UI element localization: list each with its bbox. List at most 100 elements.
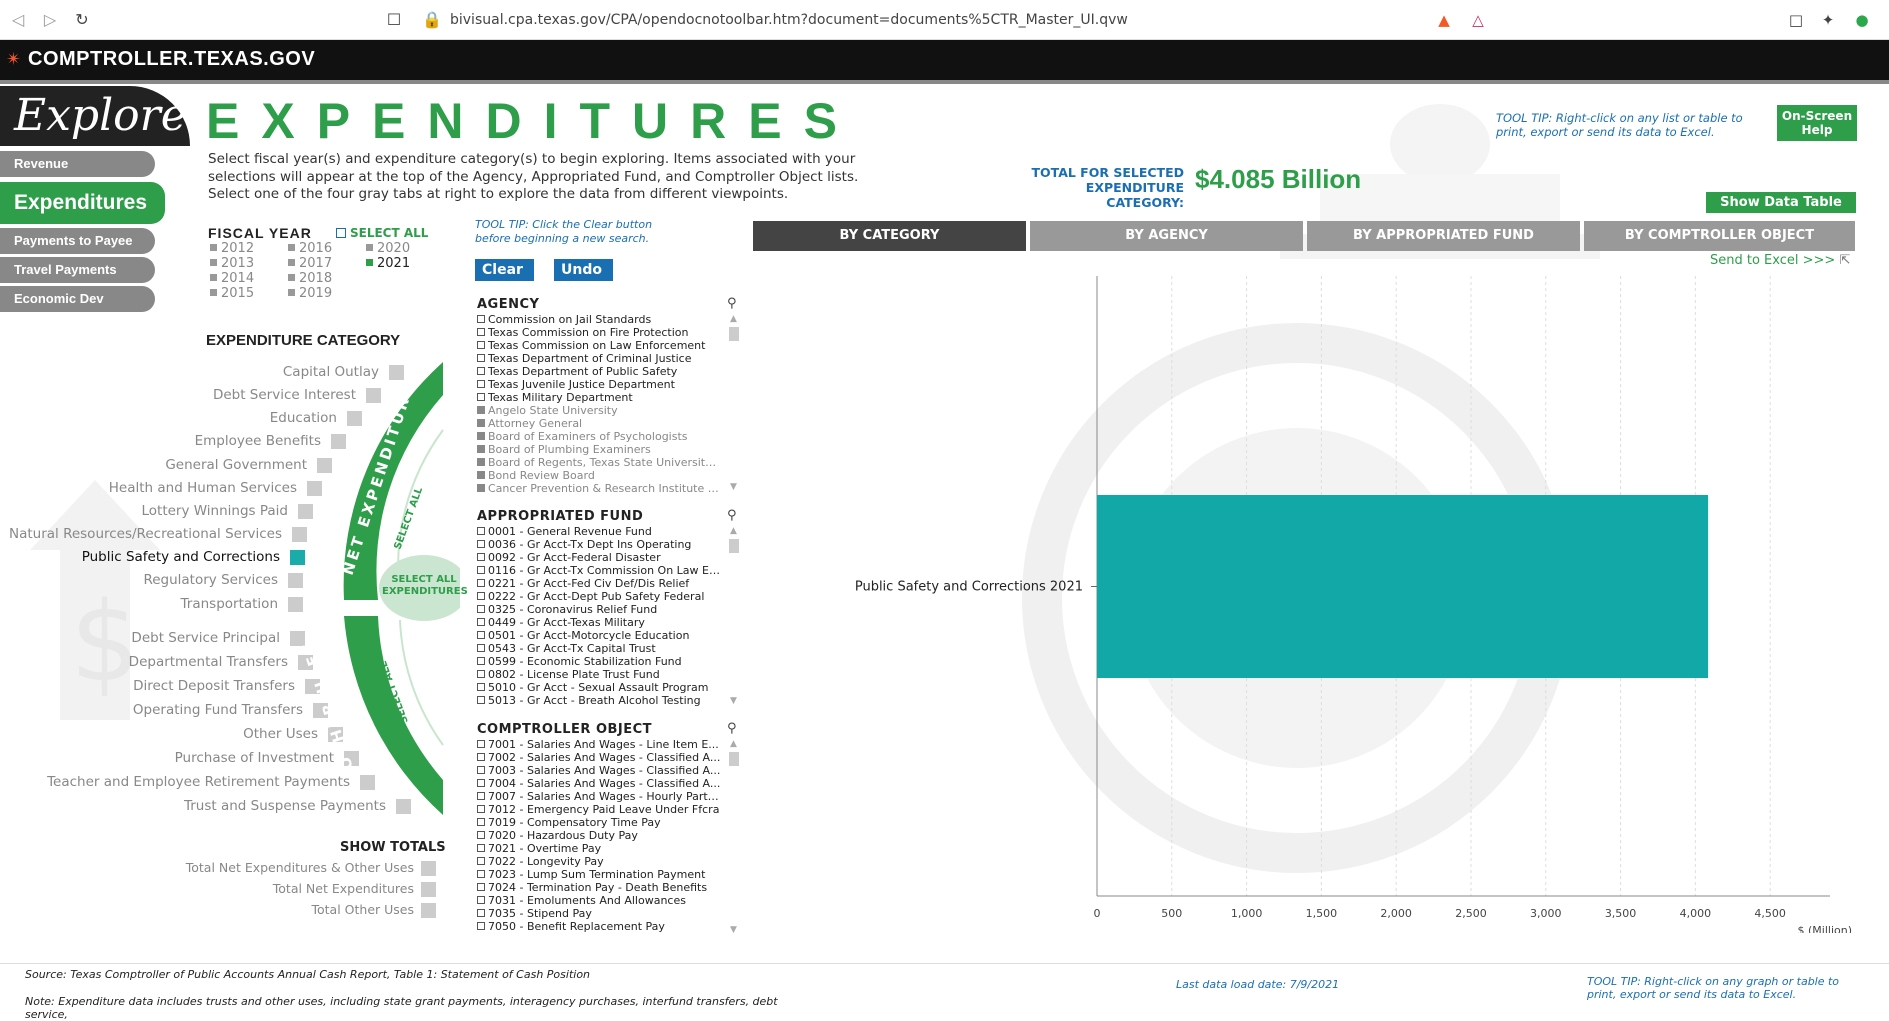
list-item[interactable]: 0599 - Economic Stabilization Fund: [477, 655, 722, 668]
list-item[interactable]: 7019 - Compensatory Time Pay: [477, 816, 722, 829]
category-item[interactable]: Departmental Transfers: [0, 654, 288, 672]
list-item[interactable]: 0092 - Gr Acct-Federal Disaster: [477, 551, 722, 564]
list-item[interactable]: 5013 - Gr Acct - Breath Alcohol Testing: [477, 694, 722, 707]
scroll-thumb[interactable]: [729, 327, 739, 341]
total-option[interactable]: Total Net Expenditures & Other Uses: [0, 860, 414, 875]
extensions-icon[interactable]: ✦: [1818, 10, 1838, 30]
fiscal-year-2016[interactable]: 2016: [288, 241, 332, 256]
list-item[interactable]: 7012 - Emergency Paid Leave Under Ffcra: [477, 803, 722, 816]
list-item[interactable]: 7003 - Salaries And Wages - Classified A…: [477, 764, 722, 777]
list-item[interactable]: 7021 - Overtime Pay: [477, 842, 722, 855]
list-item[interactable]: Board of Regents, Texas State University…: [477, 456, 722, 469]
list-item[interactable]: Angelo State University: [477, 404, 722, 417]
tab-by-comptroller-object[interactable]: BY COMPTROLLER OBJECT: [1584, 221, 1855, 251]
nav-expenditures[interactable]: Expenditures: [0, 182, 165, 224]
fiscal-year-2018[interactable]: 2018: [288, 271, 332, 286]
list-item[interactable]: 7020 - Hazardous Duty Pay: [477, 829, 722, 842]
category-item[interactable]: Employee Benefits: [0, 433, 321, 451]
select-all-expenditures-label[interactable]: SELECT ALL EXPENDITURES: [382, 574, 468, 598]
list-item[interactable]: 0325 - Coronavirus Relief Fund: [477, 603, 722, 616]
category-item[interactable]: Natural Resources/Recreational Services: [0, 526, 282, 544]
list-item[interactable]: 7001 - Salaries And Wages - Line Item E.…: [477, 738, 722, 751]
list-item[interactable]: 0501 - Gr Acct-Motorcycle Education: [477, 629, 722, 642]
fiscal-year-2014[interactable]: 2014: [210, 271, 254, 286]
forward-icon[interactable]: ▷: [40, 10, 60, 30]
search-icon[interactable]: ⚲: [727, 296, 737, 311]
clear-button[interactable]: Clear ✕: [475, 259, 534, 299]
on-screen-help-button[interactable]: On-Screen Help: [1777, 105, 1857, 141]
list-item[interactable]: Board of Examiners of Psychologists: [477, 430, 722, 443]
list-item[interactable]: Commission on Jail Standards: [477, 313, 722, 326]
scroll-down-icon[interactable]: ▼: [730, 482, 737, 492]
category-item[interactable]: Direct Deposit Transfers: [0, 678, 295, 696]
list-item[interactable]: Attorney General: [477, 417, 722, 430]
undo-button[interactable]: Undo ↶: [554, 259, 613, 299]
fiscal-year-2020[interactable]: 2020: [366, 241, 410, 256]
list-item[interactable]: 0221 - Gr Acct-Fed Civ Def/Dis Relief: [477, 577, 722, 590]
list-item[interactable]: Texas Department of Public Safety: [477, 365, 722, 378]
fiscal-year-2012[interactable]: 2012: [210, 241, 254, 256]
list-item[interactable]: Bond Review Board: [477, 469, 722, 482]
fiscal-year-2019[interactable]: 2019: [288, 286, 332, 301]
site-logo[interactable]: COMPTROLLER.TEXAS.GOV: [28, 48, 315, 71]
nav-payments-to-payee[interactable]: Payments to Payee: [0, 228, 155, 254]
list-item[interactable]: 0222 - Gr Acct-Dept Pub Safety Federal: [477, 590, 722, 603]
list-item[interactable]: 0001 - General Revenue Fund: [477, 525, 722, 538]
category-item[interactable]: Transportation: [0, 596, 278, 614]
nav-revenue[interactable]: Revenue: [0, 151, 155, 177]
scroll-up-icon[interactable]: ▲: [730, 526, 737, 536]
scroll-up-icon[interactable]: ▲: [730, 739, 737, 749]
list-item[interactable]: Board of Plumbing Examiners: [477, 443, 722, 456]
fiscal-year-2017[interactable]: 2017: [288, 256, 332, 271]
fiscal-year-select-all[interactable]: SELECT ALL: [336, 226, 428, 240]
other-uses-arc[interactable]: [344, 616, 443, 815]
total-option[interactable]: Total Other Uses: [0, 902, 415, 917]
search-icon[interactable]: ⚲: [727, 721, 737, 736]
fiscal-year-2013[interactable]: 2013: [210, 256, 254, 271]
category-item[interactable]: Other Uses: [0, 726, 318, 744]
brave-shield-icon[interactable]: ▲: [1434, 10, 1454, 30]
list-item[interactable]: 7023 - Lump Sum Termination Payment: [477, 868, 722, 881]
total-checkbox[interactable]: [421, 882, 436, 897]
scroll-up-icon[interactable]: ▲: [730, 314, 737, 324]
fiscal-year-2015[interactable]: 2015: [210, 286, 254, 301]
url-text[interactable]: bivisual.cpa.texas.gov/CPA/opendocnotool…: [450, 12, 1128, 28]
category-item[interactable]: Health and Human Services: [0, 480, 297, 498]
list-item[interactable]: Texas Juvenile Justice Department: [477, 378, 722, 391]
total-option[interactable]: Total Net Expenditures: [0, 881, 414, 896]
brave-rewards-icon[interactable]: △: [1468, 10, 1488, 30]
list-item[interactable]: 7050 - Benefit Replacement Pay: [477, 920, 722, 933]
list-item[interactable]: Texas Military Department: [477, 391, 722, 404]
list-item[interactable]: 0543 - Gr Acct-Tx Capital Trust: [477, 642, 722, 655]
profile-icon[interactable]: ●: [1852, 10, 1872, 30]
fiscal-year-2021[interactable]: 2021: [366, 256, 410, 271]
show-data-table-button[interactable]: Show Data Table: [1706, 192, 1856, 213]
expenditure-bar-chart[interactable]: 0 500 1,000 1,500 2,000 2,500 3,000 3,500 4,000 4…: [752, 268, 1862, 933]
list-item[interactable]: 7022 - Longevity Pay: [477, 855, 722, 868]
category-item[interactable]: General Government: [0, 457, 307, 475]
list-item[interactable]: Cancer Prevention & Research Institute o…: [477, 482, 722, 495]
nav-travel-payments[interactable]: Travel Payments: [0, 257, 155, 283]
list-item[interactable]: 0116 - Gr Acct-Tx Commission On Law En..…: [477, 564, 722, 577]
list-item[interactable]: 7024 - Termination Pay - Death Benefits: [477, 881, 722, 894]
tab-by-agency[interactable]: BY AGENCY: [1030, 221, 1303, 251]
checkbox-icon[interactable]: [336, 228, 346, 238]
scroll-thumb[interactable]: [729, 752, 739, 766]
agency-scrollbar[interactable]: ▲ ▼: [729, 314, 739, 494]
list-item[interactable]: 7031 - Emoluments And Allowances: [477, 894, 722, 907]
list-item[interactable]: 0449 - Gr Acct-Texas Military: [477, 616, 722, 629]
list-item[interactable]: 0802 - License Plate Trust Fund: [477, 668, 722, 681]
category-item[interactable]: Lottery Winnings Paid: [0, 503, 288, 521]
list-item[interactable]: 0036 - Gr Acct-Tx Dept Ins Operating: [477, 538, 722, 551]
list-item[interactable]: Texas Commission on Law Enforcement: [477, 339, 722, 352]
bar[interactable]: [1097, 495, 1709, 678]
total-checkbox[interactable]: [421, 861, 436, 876]
send-to-excel-link[interactable]: Send to Excel >>> ⇱: [1710, 253, 1850, 268]
category-item[interactable]: Operating Fund Transfers: [0, 702, 303, 720]
total-checkbox[interactable]: [421, 903, 436, 918]
scroll-down-icon[interactable]: ▼: [730, 696, 737, 706]
category-item[interactable]: Education: [0, 410, 337, 428]
list-item[interactable]: 7002 - Salaries And Wages - Classified A…: [477, 751, 722, 764]
category-item[interactable]: Debt Service Principal: [0, 630, 280, 648]
list-item[interactable]: 7007 - Salaries And Wages - Hourly Part-…: [477, 790, 722, 803]
